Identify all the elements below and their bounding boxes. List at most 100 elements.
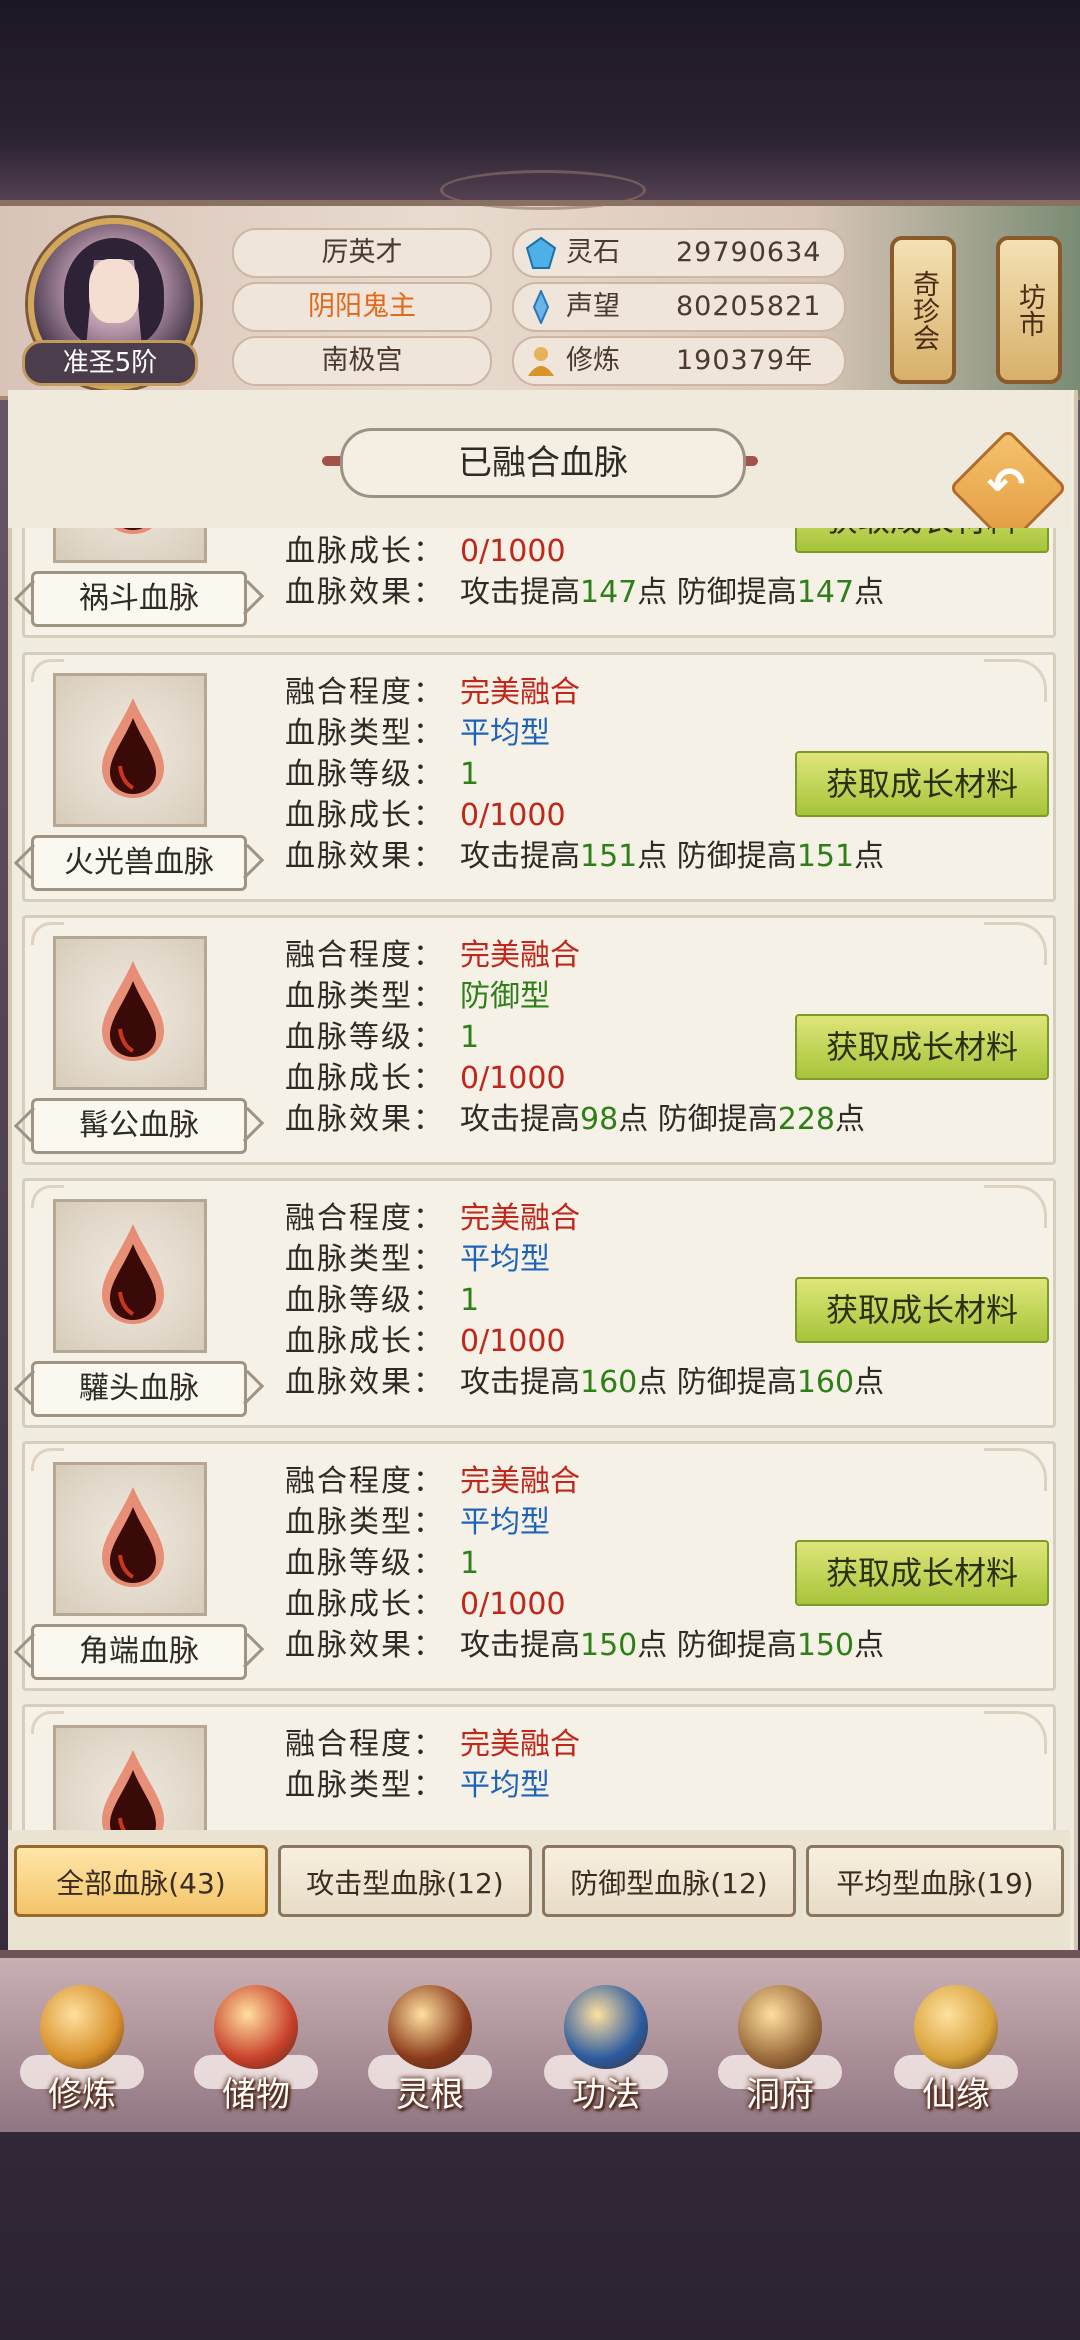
nav-cultivate[interactable]: 修炼 bbox=[12, 1975, 152, 2125]
field-value: 完美融合 bbox=[460, 1464, 580, 1499]
effect-atk-prefix: 攻击提高 bbox=[460, 1365, 580, 1400]
gourd-icon bbox=[914, 1985, 998, 2069]
bloodline-card: 驩头血脉 融合程度： 完美融合 血脉类型： 平均型 血脉等级： 1 血脉成长： 0/1000 血脉… bbox=[22, 1178, 1056, 1428]
resource-value: 80205821 bbox=[676, 291, 822, 322]
get-growth-material-button[interactable]: 获取成长材料 bbox=[795, 1277, 1049, 1343]
bloodline-growth-row: 血脉成长： 0/1000 bbox=[285, 1059, 566, 1099]
nav-spirit-root[interactable]: 灵根 bbox=[360, 1975, 500, 2125]
field-label: 血脉成长： bbox=[285, 798, 445, 833]
effect-def-value: 160 bbox=[796, 1365, 855, 1400]
nav-divider bbox=[0, 1950, 1080, 1958]
tab-defense-bloodlines[interactable]: 防御型血脉(12) bbox=[542, 1845, 796, 1917]
bloodline-type-row: 血脉类型： 防御型 bbox=[285, 977, 550, 1017]
tab-attack-bloodlines[interactable]: 攻击型血脉(12) bbox=[278, 1845, 532, 1917]
effect-atk-value: 151 bbox=[580, 839, 638, 874]
field-label: 融合程度： bbox=[285, 1727, 445, 1762]
get-growth-material-button[interactable]: 获取成长材料 bbox=[795, 528, 1049, 553]
field-label: 血脉成长： bbox=[285, 1587, 445, 1622]
bloodline-list[interactable]: 祸斗血脉融合程度：完美融合血脉类型：平均型血脉等级：1血脉成长：0/1000血脉… bbox=[14, 528, 1064, 1830]
card-corner-ornament bbox=[984, 659, 1047, 702]
nav-label: 洞府 bbox=[746, 2075, 814, 2115]
bloodline-icon bbox=[53, 528, 207, 563]
field-label: 血脉等级： bbox=[285, 1546, 445, 1581]
nav-storage-bag[interactable]: 储物 bbox=[186, 1975, 326, 2125]
effect-def-prefix: 防御提高 bbox=[667, 1628, 797, 1663]
bloodline-effect-row: 血脉效果： 攻击提高98点 防御提高228点 bbox=[285, 1100, 865, 1140]
avatar-face bbox=[89, 259, 139, 323]
resource-label: 修炼 bbox=[566, 345, 620, 376]
field-value: 完美融合 bbox=[460, 675, 580, 710]
nav-label: 修炼 bbox=[48, 2075, 116, 2115]
field-label: 融合程度： bbox=[285, 675, 445, 710]
field-label: 血脉成长： bbox=[285, 1061, 445, 1096]
blood-drop-icon bbox=[102, 698, 164, 798]
blood-drop-icon bbox=[102, 961, 164, 1061]
nav-cave-dwelling[interactable]: 洞府 bbox=[710, 1975, 850, 2125]
effect-unit: 点 bbox=[637, 1365, 668, 1400]
field-value: 1 bbox=[460, 1546, 480, 1581]
field-label: 血脉效果： bbox=[285, 839, 445, 874]
bloodline-card: 角端血脉 融合程度： 完美融合 血脉类型： 平均型 血脉等级： 1 血脉成长： 0/1000 血脉… bbox=[22, 1441, 1056, 1691]
field-value: 0/1000 bbox=[460, 1587, 566, 1622]
card-corner-ornament bbox=[984, 1711, 1047, 1754]
blood-drop-icon bbox=[102, 1224, 164, 1324]
field-value: 平均型 bbox=[460, 1768, 550, 1803]
resource-prestige: 声望 80205821 bbox=[512, 282, 846, 332]
effect-atk-prefix: 攻击提高 bbox=[460, 575, 580, 610]
bloodline-type-row: 血脉类型： 平均型 bbox=[285, 714, 550, 754]
tab-all-bloodlines[interactable]: 全部血脉(43) bbox=[14, 1845, 268, 1917]
field-value: 1 bbox=[460, 1283, 480, 1318]
bloodline-fusion-row: 融合程度： 完美融合 bbox=[285, 1462, 580, 1502]
get-growth-material-button[interactable]: 获取成长材料 bbox=[795, 1014, 1049, 1080]
resource-value: 29790634 bbox=[676, 237, 822, 268]
field-value: 0/1000 bbox=[460, 1324, 566, 1359]
effect-atk-value: 160 bbox=[580, 1365, 638, 1400]
field-label: 血脉类型： bbox=[285, 1242, 445, 1277]
nav-label: 仙缘 bbox=[922, 2075, 990, 2115]
get-growth-material-button[interactable]: 获取成长材料 bbox=[795, 1540, 1049, 1606]
resource-label: 灵石 bbox=[566, 237, 620, 268]
effect-def-prefix: 防御提高 bbox=[648, 1102, 778, 1137]
field-label: 血脉成长： bbox=[285, 534, 445, 569]
tab-balanced-bloodlines[interactable]: 平均型血脉(19) bbox=[806, 1845, 1064, 1917]
spirit-root-icon bbox=[388, 1985, 472, 2069]
field-label: 血脉类型： bbox=[285, 1768, 445, 1803]
player-rank-badge: 准圣5阶 bbox=[22, 340, 198, 386]
bloodline-icon bbox=[53, 1725, 207, 1830]
bloodline-name: 角端血脉 bbox=[31, 1624, 247, 1680]
get-growth-material-button[interactable]: 获取成长材料 bbox=[795, 751, 1049, 817]
treasure-hall-button[interactable]: 奇珍会 bbox=[890, 236, 956, 384]
bloodline-level-row: 血脉等级：1 bbox=[285, 528, 479, 531]
bloodline-name: 火光兽血脉 bbox=[31, 835, 247, 891]
resource-cultivation: 修炼 190379年 bbox=[512, 336, 846, 386]
storage-bag-icon bbox=[214, 1985, 298, 2069]
resource-spirit-stone: 灵石 29790634 bbox=[512, 228, 846, 278]
bloodline-card: 融合程度： 完美融合 血脉类型： 平均型 bbox=[22, 1704, 1056, 1830]
field-label: 血脉等级： bbox=[285, 757, 445, 792]
field-label: 融合程度： bbox=[285, 938, 445, 973]
field-value: 防御型 bbox=[460, 979, 550, 1014]
effect-unit: 点 bbox=[854, 1365, 885, 1400]
field-value: 0/1000 bbox=[460, 1061, 566, 1096]
bloodline-icon bbox=[53, 673, 207, 827]
player-sect: 南极宫 bbox=[232, 336, 492, 386]
nav-label: 灵根 bbox=[396, 2075, 464, 2115]
nav-label: 功法 bbox=[572, 2075, 640, 2115]
nav-manual-book[interactable]: 功法 bbox=[536, 1975, 676, 2125]
bloodline-icon bbox=[53, 936, 207, 1090]
card-corner-ornament bbox=[984, 1448, 1047, 1491]
field-value: 0/1000 bbox=[460, 798, 566, 833]
manual-book-icon bbox=[564, 1985, 648, 2069]
nav-gourd[interactable]: 仙缘 bbox=[886, 1975, 1026, 2125]
effect-unit: 点 bbox=[637, 575, 668, 610]
effect-unit: 点 bbox=[854, 839, 885, 874]
bloodline-level-row: 血脉等级：1 bbox=[285, 1018, 479, 1058]
cave-dwelling-icon bbox=[738, 1985, 822, 2069]
effect-unit: 点 bbox=[618, 1102, 649, 1137]
field-label: 融合程度： bbox=[285, 1464, 445, 1499]
effect-def-prefix: 防御提高 bbox=[667, 575, 797, 610]
effect-def-value: 150 bbox=[796, 1628, 855, 1663]
resource-label: 声望 bbox=[566, 291, 620, 322]
card-corner-ornament bbox=[984, 1185, 1047, 1228]
market-button[interactable]: 坊市 bbox=[996, 236, 1062, 384]
